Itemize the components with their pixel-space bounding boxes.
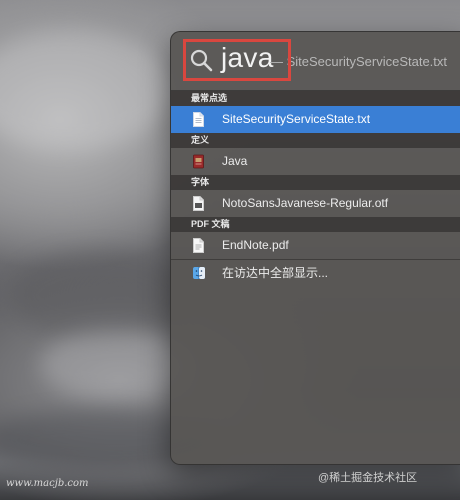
result-label: NotoSansJavanese-Regular.otf (222, 196, 389, 210)
background-cloud (0, 30, 170, 150)
pdf-file-icon (193, 238, 204, 253)
show-all-in-finder-label: 在访达中全部显示... (222, 266, 329, 280)
annotation-highlight-box (183, 39, 291, 81)
background-cloud (40, 330, 190, 400)
search-bar[interactable]: java — SiteSecurityServiceState.txt (171, 32, 460, 91)
result-label: Java (222, 154, 248, 168)
section-header-top-hits: 最常点选 (171, 91, 460, 106)
result-row-top-hit[interactable]: SiteSecurityServiceState.txt (171, 106, 460, 133)
result-row-font[interactable]: NotoSansJavanese-Regular.otf (171, 190, 460, 217)
watermark-juejin: @稀土掘金技术社区 (318, 472, 418, 484)
result-label: SiteSecurityServiceState.txt (222, 112, 371, 126)
spotlight-window: java — SiteSecurityServiceState.txt 最常点选… (170, 31, 460, 465)
show-all-in-finder-row[interactable]: 在访达中全部显示... (171, 259, 460, 287)
result-row-definition[interactable]: Java (171, 148, 460, 175)
section-header-fonts: 字体 (171, 175, 460, 190)
dictionary-icon (193, 154, 204, 169)
finder-icon (193, 267, 205, 279)
background-cloud (10, 250, 190, 340)
text-file-icon (193, 112, 204, 127)
watermark-macjb: www.macjb.com (6, 478, 89, 489)
section-header-pdf: PDF 文稿 (171, 217, 460, 232)
result-row-pdf[interactable]: EndNote.pdf (171, 232, 460, 259)
result-label: EndNote.pdf (222, 238, 289, 252)
section-header-definition: 定义 (171, 133, 460, 148)
search-completion-hint: — SiteSecurityServiceState.txt (270, 54, 448, 69)
font-file-icon (193, 196, 204, 211)
